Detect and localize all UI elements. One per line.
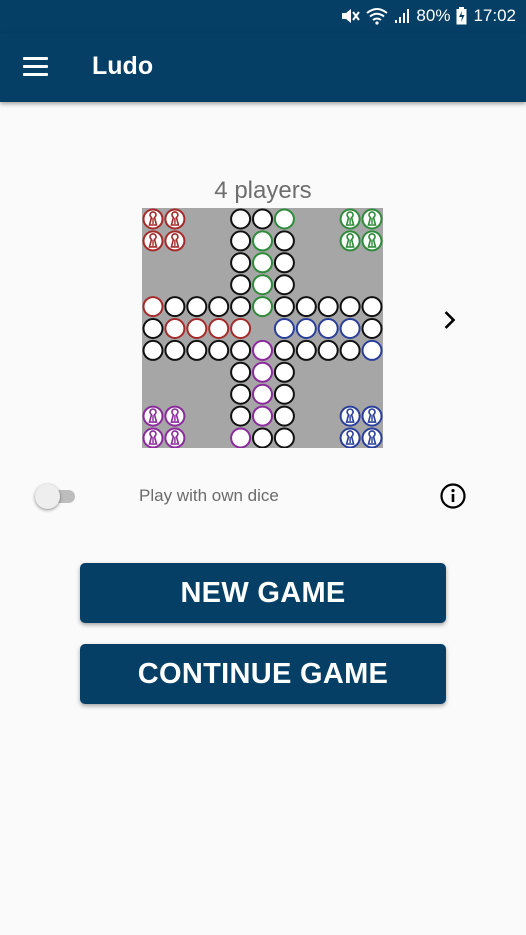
purple-field xyxy=(252,383,273,405)
blue-home-piece xyxy=(361,427,383,449)
track-field xyxy=(295,296,317,318)
green-home-piece xyxy=(361,208,383,230)
battery-percent: 80% xyxy=(416,6,451,25)
app-title: Ludo xyxy=(92,52,154,80)
purple-field xyxy=(252,405,273,427)
purple-field xyxy=(252,339,273,361)
purple-home-piece xyxy=(164,405,186,427)
toggle-thumb xyxy=(35,484,60,509)
track-field xyxy=(317,339,339,361)
red-field xyxy=(164,318,186,339)
chevron-right-icon[interactable] xyxy=(438,308,462,332)
clock: 17:02 xyxy=(473,6,516,25)
blue-field xyxy=(317,318,339,339)
track-field xyxy=(273,427,295,449)
purple-field xyxy=(252,361,273,383)
red-field xyxy=(186,318,208,339)
blue-field xyxy=(273,318,295,339)
green-home-piece xyxy=(339,230,361,252)
track-field xyxy=(273,361,295,383)
battery-icon xyxy=(456,7,467,25)
track-field xyxy=(273,339,295,361)
purple-home-piece xyxy=(164,427,186,449)
mute-icon xyxy=(342,9,361,23)
blue-field xyxy=(361,339,383,361)
green-field xyxy=(252,230,273,252)
red-home-piece xyxy=(142,208,164,230)
status-bar: 80% 17:02 xyxy=(0,0,526,33)
track-field xyxy=(273,274,295,296)
purple-home-piece xyxy=(142,427,164,449)
players-count-label: 4 players xyxy=(214,177,312,204)
blue-home-piece xyxy=(339,405,361,427)
track-field xyxy=(230,208,252,230)
red-home-piece xyxy=(164,230,186,252)
track-field xyxy=(230,296,252,318)
purple-home-piece xyxy=(142,405,164,427)
info-icon[interactable] xyxy=(440,483,466,509)
red-field xyxy=(208,318,230,339)
track-field xyxy=(273,383,295,405)
red-home-piece xyxy=(164,208,186,230)
continue-game-button[interactable]: CONTINUE GAME xyxy=(80,644,446,704)
green-field xyxy=(252,296,273,318)
track-field xyxy=(230,361,252,383)
red-field xyxy=(230,318,252,339)
track-field xyxy=(361,296,383,318)
blue-field xyxy=(339,318,361,339)
track-field xyxy=(142,318,164,339)
track-field xyxy=(252,208,273,230)
green-home-piece xyxy=(361,230,383,252)
wifi-icon xyxy=(366,8,389,25)
new-game-button[interactable]: NEW GAME xyxy=(80,563,446,623)
ludo-board-preview xyxy=(142,208,383,449)
track-field xyxy=(317,296,339,318)
track-field xyxy=(339,296,361,318)
track-field xyxy=(252,427,273,449)
blue-home-piece xyxy=(339,427,361,449)
track-field xyxy=(230,339,252,361)
track-field xyxy=(208,296,230,318)
track-field xyxy=(273,296,295,318)
track-field xyxy=(142,339,164,361)
ludo-board xyxy=(142,208,383,449)
track-field xyxy=(230,383,252,405)
track-field xyxy=(208,339,230,361)
red-home-piece xyxy=(142,230,164,252)
track-field xyxy=(230,405,252,427)
track-field xyxy=(273,252,295,274)
blue-home-piece xyxy=(361,405,383,427)
hamburger-menu-icon[interactable] xyxy=(23,57,48,77)
track-field xyxy=(339,339,361,361)
track-field xyxy=(361,318,383,339)
track-field xyxy=(273,230,295,252)
track-field xyxy=(230,230,252,252)
track-field xyxy=(164,296,186,318)
green-field xyxy=(252,252,273,274)
green-field xyxy=(252,274,273,296)
app-bar: Ludo xyxy=(0,33,526,102)
track-field xyxy=(186,339,208,361)
track-field xyxy=(164,339,186,361)
track-field xyxy=(295,339,317,361)
track-field xyxy=(273,405,295,427)
own-dice-label: Play with own dice xyxy=(139,486,279,505)
blue-field xyxy=(295,318,317,339)
red-field xyxy=(142,296,164,318)
green-field xyxy=(273,208,295,230)
track-field xyxy=(186,296,208,318)
track-field xyxy=(230,274,252,296)
track-field xyxy=(230,252,252,274)
purple-field xyxy=(230,427,252,449)
signal-icon xyxy=(395,9,410,23)
green-home-piece xyxy=(339,208,361,230)
status-icons: 80% 17:02 xyxy=(340,6,516,26)
own-dice-toggle[interactable] xyxy=(35,484,77,509)
